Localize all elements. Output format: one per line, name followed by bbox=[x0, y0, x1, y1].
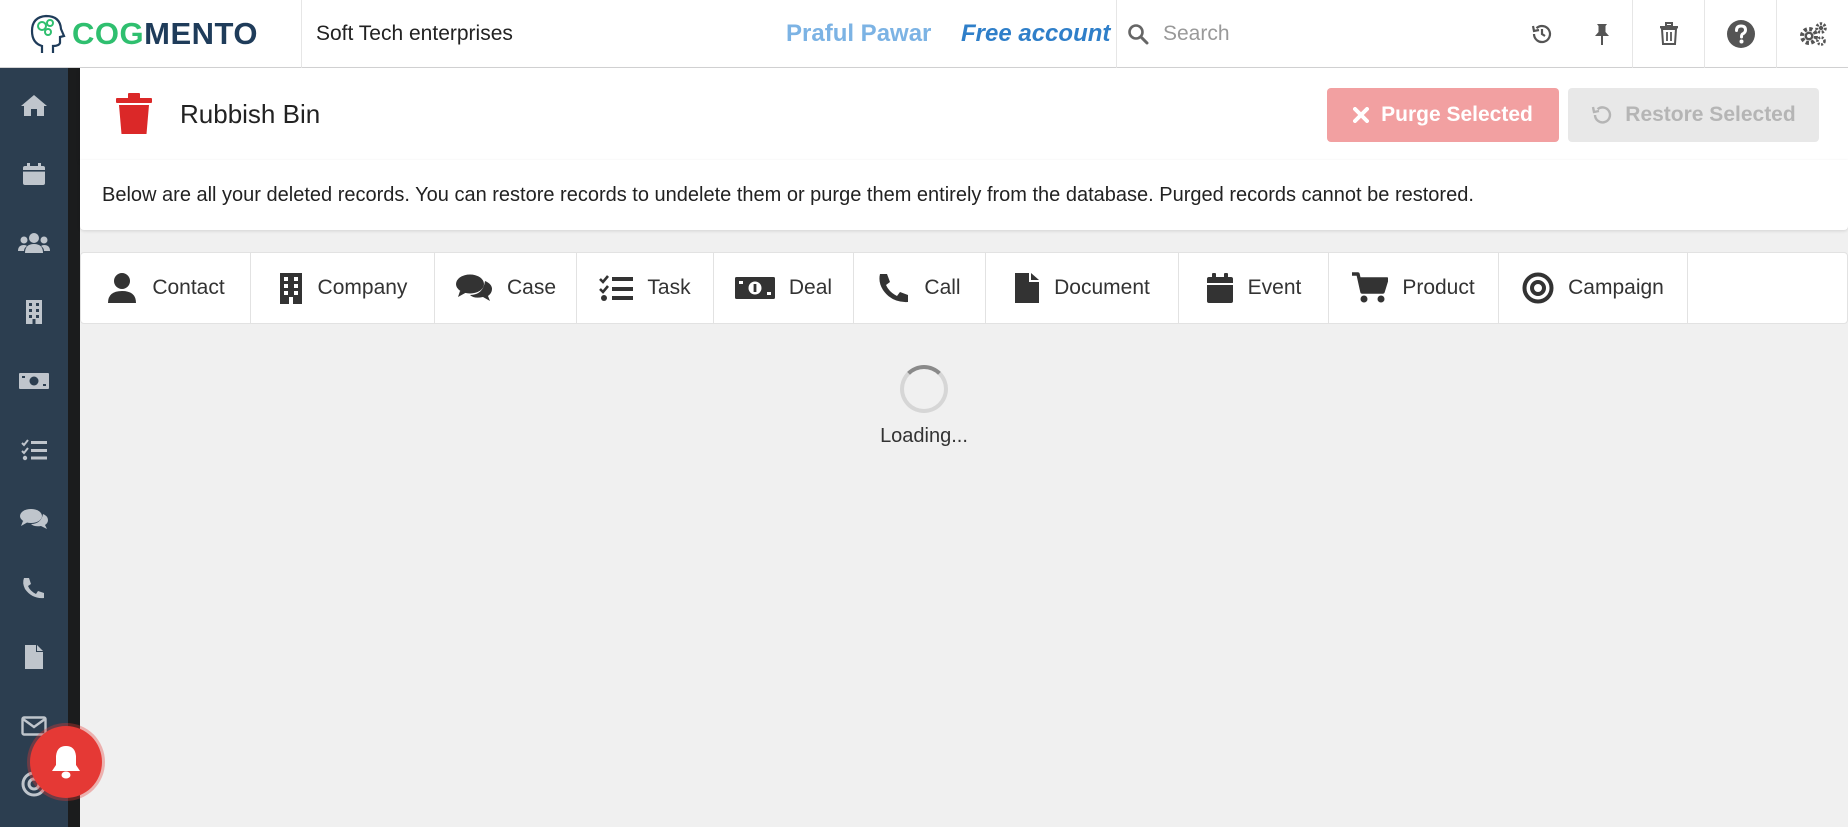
calls-icon bbox=[23, 578, 44, 599]
cases-icon bbox=[20, 509, 48, 529]
calendar-icon bbox=[23, 163, 45, 185]
help-button[interactable] bbox=[1704, 0, 1776, 68]
tab-document[interactable]: Document bbox=[986, 253, 1179, 323]
top-icons bbox=[1512, 0, 1848, 68]
help-icon bbox=[1726, 19, 1755, 48]
purge-selected-label: Purge Selected bbox=[1381, 103, 1533, 126]
building-icon bbox=[279, 273, 302, 304]
money-icon bbox=[734, 277, 775, 299]
search-box[interactable] bbox=[1116, 0, 1496, 68]
sidebar-edge bbox=[68, 68, 80, 827]
company-name: Soft Tech enterprises bbox=[316, 21, 513, 45]
phone-icon bbox=[879, 274, 909, 303]
user-name[interactable]: Praful Pawar bbox=[786, 20, 961, 48]
trash-button[interactable] bbox=[1632, 0, 1704, 68]
search-input[interactable] bbox=[1163, 21, 1463, 46]
logo[interactable]: COGMENTO bbox=[0, 0, 302, 68]
sidebar-item-contacts[interactable] bbox=[0, 213, 68, 273]
bullseye-icon bbox=[1522, 272, 1554, 304]
tab-campaign[interactable]: Campaign bbox=[1499, 253, 1688, 323]
tab-document-label: Document bbox=[1054, 276, 1150, 299]
deals-icon bbox=[19, 373, 49, 389]
tab-campaign-label: Campaign bbox=[1568, 276, 1664, 299]
notification-bell-button[interactable] bbox=[30, 726, 102, 798]
sidebar-item-deals[interactable] bbox=[0, 351, 68, 411]
company-icon bbox=[26, 300, 42, 324]
file-icon bbox=[1015, 273, 1040, 303]
tab-deal[interactable]: Deal bbox=[714, 253, 854, 323]
page-header: Rubbish Bin Purge Selected Restore Selec… bbox=[80, 68, 1848, 160]
undo-icon bbox=[1592, 106, 1612, 124]
trash-icon bbox=[1659, 21, 1678, 45]
bell-icon bbox=[52, 746, 80, 779]
home-icon bbox=[21, 95, 47, 116]
calendar-icon bbox=[1206, 273, 1233, 303]
sidebar-item-home[interactable] bbox=[0, 75, 68, 135]
spinner-icon bbox=[900, 365, 948, 413]
restore-selected-button[interactable]: Restore Selected bbox=[1568, 88, 1819, 142]
sidebar-item-tasks[interactable] bbox=[0, 420, 68, 480]
logo-head-icon bbox=[30, 14, 66, 53]
restore-selected-label: Restore Selected bbox=[1625, 103, 1796, 126]
tab-contact[interactable]: Contact bbox=[81, 253, 251, 323]
sidebar-item-cases[interactable] bbox=[0, 489, 68, 549]
info-message: Below are all your deleted records. You … bbox=[80, 160, 1848, 230]
tasks-icon bbox=[21, 439, 47, 461]
top-bar: COGMENTO Soft Tech enterprises Praful Pa… bbox=[0, 0, 1848, 68]
history-icon bbox=[1531, 24, 1552, 43]
info-message-text: Below are all your deleted records. You … bbox=[102, 183, 1474, 206]
record-type-tabs: Contact Company Case Task Deal Call Docu… bbox=[80, 252, 1848, 324]
tab-call-label: Call bbox=[924, 276, 961, 299]
loading-indicator: Loading... bbox=[880, 365, 968, 448]
pin-icon bbox=[1595, 23, 1609, 45]
search-icon bbox=[1128, 23, 1149, 44]
tab-case[interactable]: Case bbox=[435, 253, 577, 323]
logo-text-cog: COG bbox=[72, 15, 145, 51]
account-type[interactable]: Free account bbox=[961, 20, 1116, 48]
cart-icon bbox=[1352, 272, 1389, 303]
logo-text: COGMENTO bbox=[72, 16, 258, 52]
tab-call[interactable]: Call bbox=[854, 253, 986, 323]
history-button[interactable] bbox=[1512, 0, 1572, 68]
documents-icon bbox=[25, 645, 43, 669]
sidebar-item-documents[interactable] bbox=[0, 627, 68, 687]
sidebar-item-calendar[interactable] bbox=[0, 144, 68, 204]
user-icon bbox=[108, 273, 137, 303]
loading-text: Loading... bbox=[880, 425, 968, 447]
contacts-icon bbox=[18, 233, 50, 253]
tab-company[interactable]: Company bbox=[251, 253, 435, 323]
tab-event-label: Event bbox=[1247, 276, 1302, 299]
tab-product-label: Product bbox=[1402, 276, 1475, 299]
tab-case-label: Case bbox=[506, 276, 557, 299]
tab-event[interactable]: Event bbox=[1179, 253, 1329, 323]
tab-company-label: Company bbox=[317, 276, 408, 299]
logo-text-mento: MENTO bbox=[144, 15, 259, 51]
tab-contact-label: Contact bbox=[152, 276, 225, 299]
sidebar-item-calls[interactable] bbox=[0, 558, 68, 618]
rubbish-bin-icon bbox=[116, 93, 152, 134]
comments-icon bbox=[455, 274, 492, 301]
tasks-icon bbox=[599, 275, 634, 301]
tab-deal-label: Deal bbox=[788, 276, 833, 299]
tab-product[interactable]: Product bbox=[1329, 253, 1499, 323]
purge-selected-button[interactable]: Purge Selected bbox=[1327, 88, 1559, 142]
tab-task-label: Task bbox=[647, 276, 691, 299]
page-title: Rubbish Bin bbox=[180, 98, 321, 129]
pin-button[interactable] bbox=[1572, 0, 1632, 68]
close-icon bbox=[1353, 107, 1370, 123]
tab-task[interactable]: Task bbox=[577, 253, 714, 323]
sidebar bbox=[0, 68, 80, 827]
sidebar-item-companies[interactable] bbox=[0, 282, 68, 342]
settings-button[interactable] bbox=[1776, 0, 1848, 68]
settings-icon bbox=[1799, 21, 1827, 46]
